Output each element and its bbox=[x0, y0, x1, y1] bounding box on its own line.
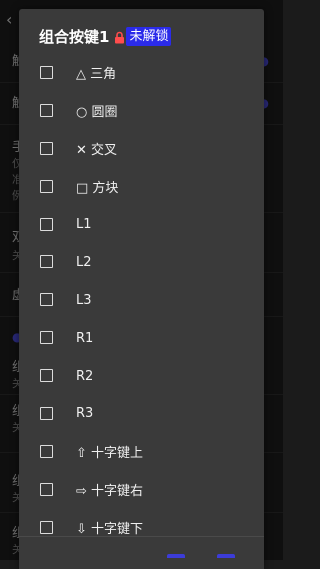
option-label: ✕ 交叉 bbox=[76, 143, 118, 159]
checkbox[interactable] bbox=[40, 520, 53, 534]
option-row[interactable]: L1 bbox=[19, 206, 264, 244]
option-row[interactable]: L2 bbox=[19, 243, 264, 281]
footer-button-edge[interactable] bbox=[217, 554, 235, 558]
option-label: ○ 圆圈 bbox=[76, 105, 118, 121]
checkbox[interactable] bbox=[40, 255, 53, 269]
dialog-title: 组合按键1 bbox=[39, 27, 110, 46]
checkbox[interactable] bbox=[40, 444, 53, 458]
footer-button-edge[interactable] bbox=[167, 554, 185, 558]
option-label: ⇨ 十字键右 bbox=[76, 484, 144, 500]
checkbox[interactable] bbox=[40, 217, 53, 231]
combo-key-dialog: 组合按键1 未解锁 △ 三角 ○ 圆圈 ✕ 交叉 □ 方块 L1 L2 L3 R1 R2 R3 ⇧ … bbox=[19, 9, 264, 569]
dialog-footer-divider bbox=[19, 536, 264, 537]
option-row[interactable]: ⇧ 十字键上 bbox=[19, 433, 264, 471]
option-label: R2 bbox=[76, 368, 94, 384]
option-row[interactable]: ⇩ 十字键下 bbox=[19, 509, 264, 547]
checkbox[interactable] bbox=[40, 369, 53, 383]
dialog-header: 组合按键1 未解锁 bbox=[39, 25, 172, 47]
option-label: R1 bbox=[76, 330, 94, 346]
checkbox[interactable] bbox=[40, 482, 53, 496]
option-row[interactable]: ○ 圆圈 bbox=[19, 92, 264, 130]
checkbox[interactable] bbox=[40, 293, 53, 307]
option-label: L1 bbox=[76, 217, 92, 232]
button-options-list: △ 三角 ○ 圆圈 ✕ 交叉 □ 方块 L1 L2 L3 R1 R2 R3 ⇧ 十字键上 ⇨ 十字键右… bbox=[19, 54, 264, 547]
option-row[interactable]: R1 bbox=[19, 319, 264, 357]
option-row[interactable]: □ 方块 bbox=[19, 168, 264, 206]
checkbox[interactable] bbox=[40, 179, 53, 193]
checkbox[interactable] bbox=[40, 103, 53, 117]
option-label: L3 bbox=[76, 292, 92, 308]
option-row[interactable]: ✕ 交叉 bbox=[19, 130, 264, 168]
option-label: △ 三角 bbox=[76, 67, 117, 83]
checkbox[interactable] bbox=[40, 406, 53, 420]
checkbox[interactable] bbox=[40, 331, 53, 345]
option-label: ⇧ 十字键上 bbox=[76, 446, 144, 462]
option-label: L2 bbox=[76, 254, 92, 270]
option-label: ⇩ 十字键下 bbox=[76, 522, 144, 538]
option-row[interactable]: L3 bbox=[19, 281, 264, 319]
checkbox[interactable] bbox=[40, 141, 53, 155]
option-row[interactable]: R2 bbox=[19, 357, 264, 395]
lock-icon bbox=[114, 30, 125, 43]
locked-badge: 未解锁 bbox=[126, 26, 172, 46]
option-label: □ 方块 bbox=[76, 181, 119, 197]
option-row[interactable]: ⇨ 十字键右 bbox=[19, 471, 264, 509]
option-label: R3 bbox=[76, 406, 94, 422]
option-row[interactable]: △ 三角 bbox=[19, 54, 264, 92]
checkbox[interactable] bbox=[40, 65, 53, 79]
option-row[interactable]: R3 bbox=[19, 395, 264, 433]
